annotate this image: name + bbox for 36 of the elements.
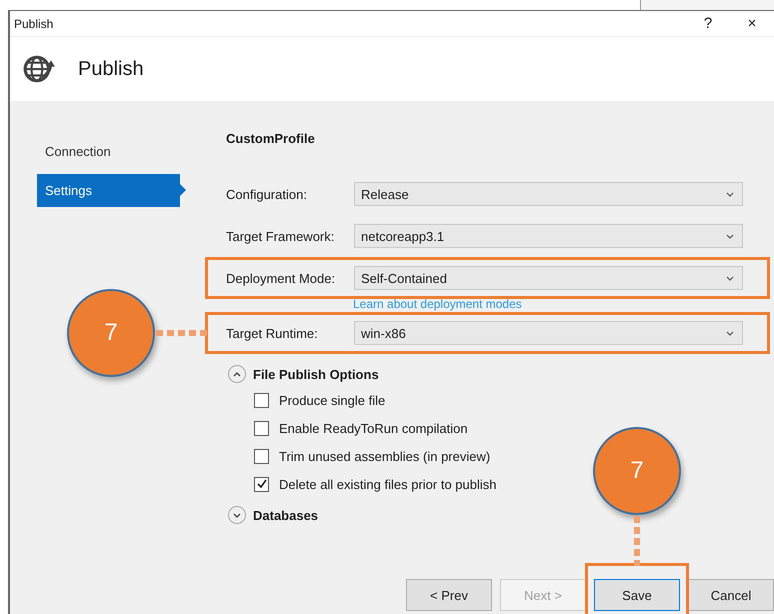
field-label: Configuration: <box>226 186 308 202</box>
dropdown[interactable]: Self-Contained <box>354 266 743 290</box>
caret-icon <box>726 192 734 196</box>
checkbox-label: Trim unused assemblies (in preview) <box>279 448 490 464</box>
checkbox[interactable] <box>254 448 269 464</box>
checkbox-label: Produce single file <box>279 392 386 408</box>
caret-icon <box>726 276 734 280</box>
callout-badge: 7 <box>593 427 681 515</box>
dialog-button[interactable]: Cancel <box>688 579 774 611</box>
window-title: Publish <box>14 16 54 30</box>
callout-badge: 7 <box>67 289 155 377</box>
field-label: Target Runtime: <box>226 326 319 340</box>
sidebar-item[interactable]: Connection <box>37 135 186 168</box>
checkbox[interactable] <box>254 420 269 436</box>
field-label: Target Framework: <box>226 228 336 244</box>
header-title: Publish <box>78 58 144 80</box>
sidebar-item[interactable]: Settings <box>37 174 186 207</box>
section-title: File Publish Options <box>253 366 379 382</box>
help-button[interactable]: ? <box>686 12 730 36</box>
collapse-icon[interactable] <box>228 365 246 383</box>
profile-title: CustomProfile <box>226 131 316 148</box>
dropdown[interactable]: netcoreapp3.1 <box>354 224 743 248</box>
checkbox[interactable] <box>254 476 269 492</box>
expand-icon[interactable] <box>228 506 246 524</box>
checkbox-label: Delete all existing files prior to publish <box>279 476 496 492</box>
checkbox[interactable] <box>254 392 269 408</box>
section-title: Databases <box>253 508 318 522</box>
dropdown[interactable]: win-x86 <box>354 321 743 345</box>
caret-icon <box>726 330 734 336</box>
dialog-button[interactable]: < Prev <box>406 579 492 611</box>
dialog-button[interactable]: Save <box>594 579 680 611</box>
checkbox-label: Enable ReadyToRun compilation <box>279 420 468 436</box>
field-label: Deployment Mode: <box>226 270 336 286</box>
close-button[interactable]: × <box>730 12 774 36</box>
caret-icon <box>726 234 734 238</box>
dropdown[interactable]: Release <box>354 182 743 206</box>
